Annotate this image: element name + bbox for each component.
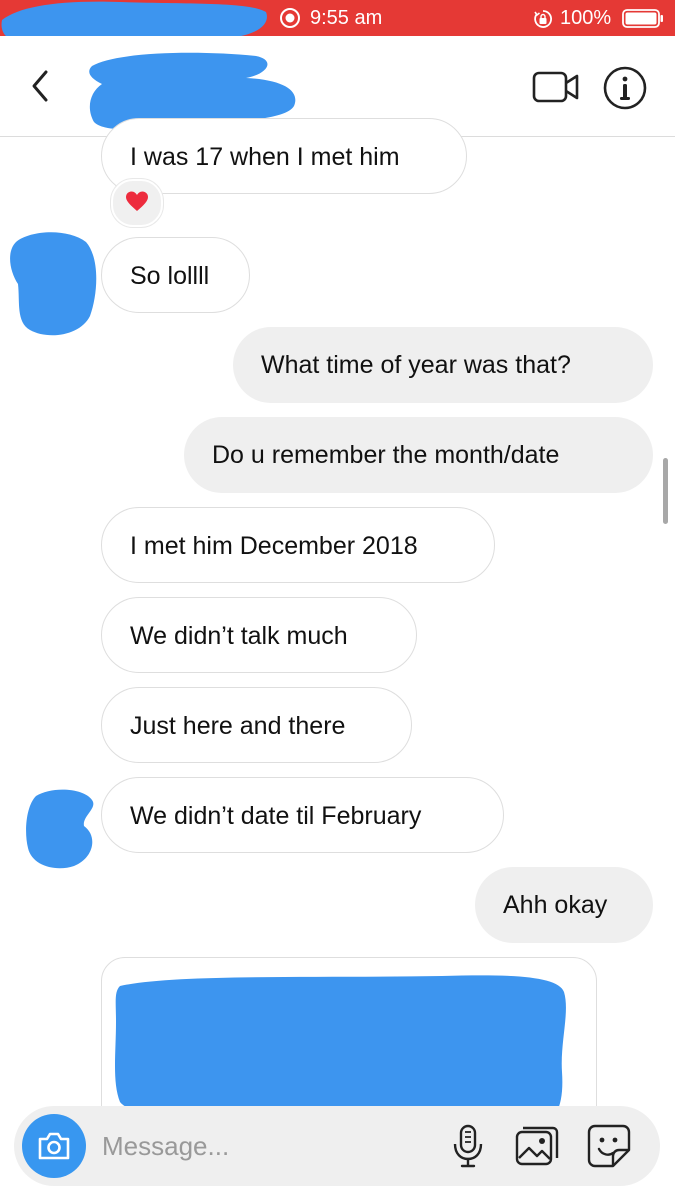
message-bubble-incoming[interactable]: Just here and there bbox=[101, 687, 412, 763]
message-bubble-incoming[interactable]: We didn’t talk much bbox=[101, 597, 417, 673]
reaction-badge[interactable] bbox=[111, 179, 163, 227]
screen-record-icon bbox=[280, 8, 300, 28]
message-bubble-incoming[interactable]: We didn’t date til February bbox=[101, 777, 504, 853]
message-bubble-outgoing[interactable]: Do u remember the month/date bbox=[184, 417, 653, 493]
camera-button[interactable] bbox=[22, 1114, 86, 1178]
redacted-avatar bbox=[26, 789, 94, 869]
status-bar: 9:55 am 100% bbox=[0, 0, 675, 43]
message-bubble-incoming[interactable]: I was 17 when I met him bbox=[101, 118, 467, 194]
message-input[interactable]: Message... bbox=[102, 1128, 229, 1164]
redacted-avatar bbox=[10, 232, 97, 336]
message-composer: Message... bbox=[14, 1106, 660, 1186]
message-bubble-incoming[interactable]: So lollll bbox=[101, 237, 250, 313]
video-call-icon[interactable] bbox=[532, 70, 580, 104]
status-time: 9:55 am bbox=[310, 7, 383, 29]
sticker-icon[interactable] bbox=[587, 1124, 631, 1168]
heart-icon bbox=[126, 191, 148, 211]
gallery-icon[interactable] bbox=[515, 1126, 559, 1166]
info-icon[interactable] bbox=[602, 65, 648, 111]
message-bubble-outgoing[interactable]: Ahh okay bbox=[475, 867, 653, 943]
battery-percentage: 100% bbox=[560, 7, 612, 29]
rotation-lock-icon bbox=[534, 10, 552, 28]
scrollbar[interactable] bbox=[663, 458, 668, 524]
message-bubble-outgoing[interactable]: What time of year was that? bbox=[233, 327, 653, 403]
camera-icon bbox=[38, 1132, 70, 1160]
battery-icon bbox=[622, 9, 663, 28]
message-bubble-incoming[interactable]: I met him December 2018 bbox=[101, 507, 495, 583]
chevron-left-icon[interactable] bbox=[26, 66, 54, 106]
microphone-icon[interactable] bbox=[451, 1124, 485, 1168]
